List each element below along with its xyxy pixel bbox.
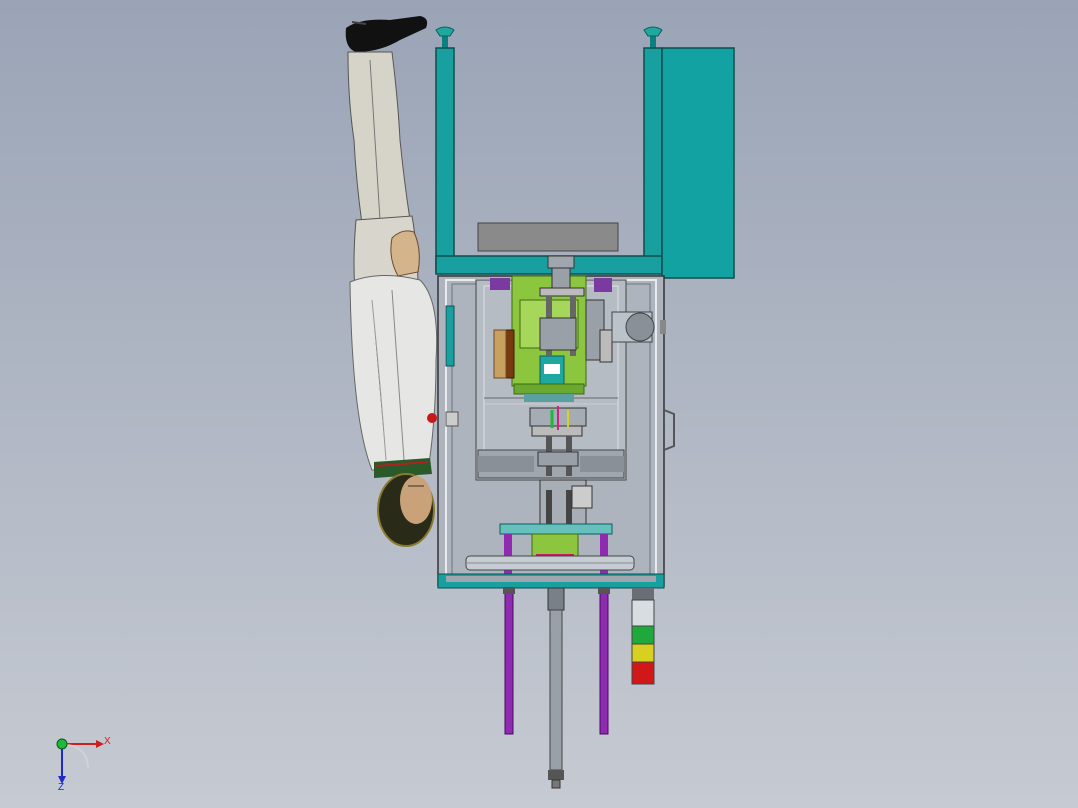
machine-body[interactable]: [437, 255, 675, 589]
human-figure-model[interactable]: [345, 16, 438, 547]
support-rods[interactable]: [503, 587, 610, 789]
badge: [427, 413, 437, 423]
cad-viewport[interactable]: X Z: [0, 0, 1078, 808]
electrical-cabinet[interactable]: [661, 47, 735, 279]
upper-frame[interactable]: [435, 26, 735, 279]
hands: [390, 230, 420, 277]
assembly-view[interactable]: X Z: [0, 0, 1078, 808]
shoe: [345, 16, 428, 52]
z-axis-label: Z: [58, 782, 64, 793]
x-axis-label: X: [104, 736, 111, 747]
leveling-foot-left: [435, 26, 455, 48]
stack-light[interactable]: [631, 588, 655, 685]
axis-triad: X Z: [56, 736, 111, 793]
leveling-foot-right: [643, 26, 663, 48]
lower-plate: [499, 523, 613, 535]
mounting-plate: [477, 222, 619, 252]
